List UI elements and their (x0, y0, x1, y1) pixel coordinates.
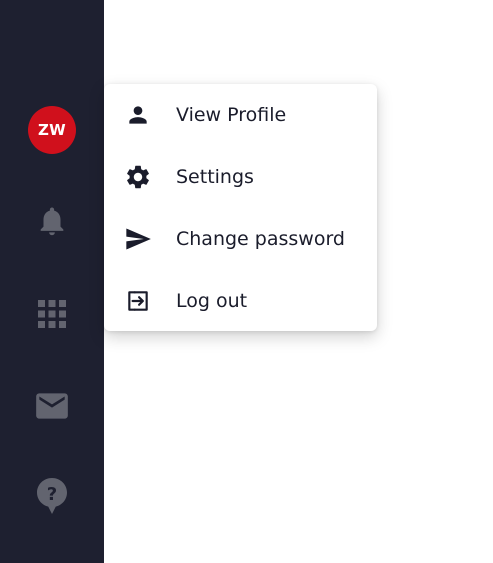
avatar-initials: ZW (37, 121, 67, 139)
help-icon: ? (34, 476, 70, 516)
user-menu: View Profile Settings Change password Lo… (104, 84, 377, 331)
sidebar: ZW ? (0, 0, 104, 563)
menu-item-log-out[interactable]: Log out (104, 270, 377, 332)
avatar[interactable]: ZW (28, 106, 76, 154)
menu-item-change-password[interactable]: Change password (104, 208, 377, 270)
menu-item-label: Change password (176, 228, 345, 250)
person-icon (124, 101, 152, 129)
menu-item-view-profile[interactable]: View Profile (104, 84, 377, 146)
menu-item-settings[interactable]: Settings (104, 146, 377, 208)
send-icon (124, 225, 152, 253)
apps-button[interactable] (32, 294, 72, 334)
menu-item-label: View Profile (176, 104, 287, 126)
help-button[interactable]: ? (32, 476, 72, 516)
logout-icon (124, 287, 152, 315)
messages-button[interactable] (32, 386, 72, 426)
gear-icon (124, 163, 152, 191)
bell-icon (35, 204, 69, 238)
menu-item-label: Log out (176, 290, 248, 312)
notifications-button[interactable] (32, 201, 72, 241)
menu-item-label: Settings (176, 166, 254, 188)
mail-icon (33, 387, 71, 425)
svg-text:?: ? (47, 484, 57, 505)
apps-grid-icon (37, 299, 67, 329)
